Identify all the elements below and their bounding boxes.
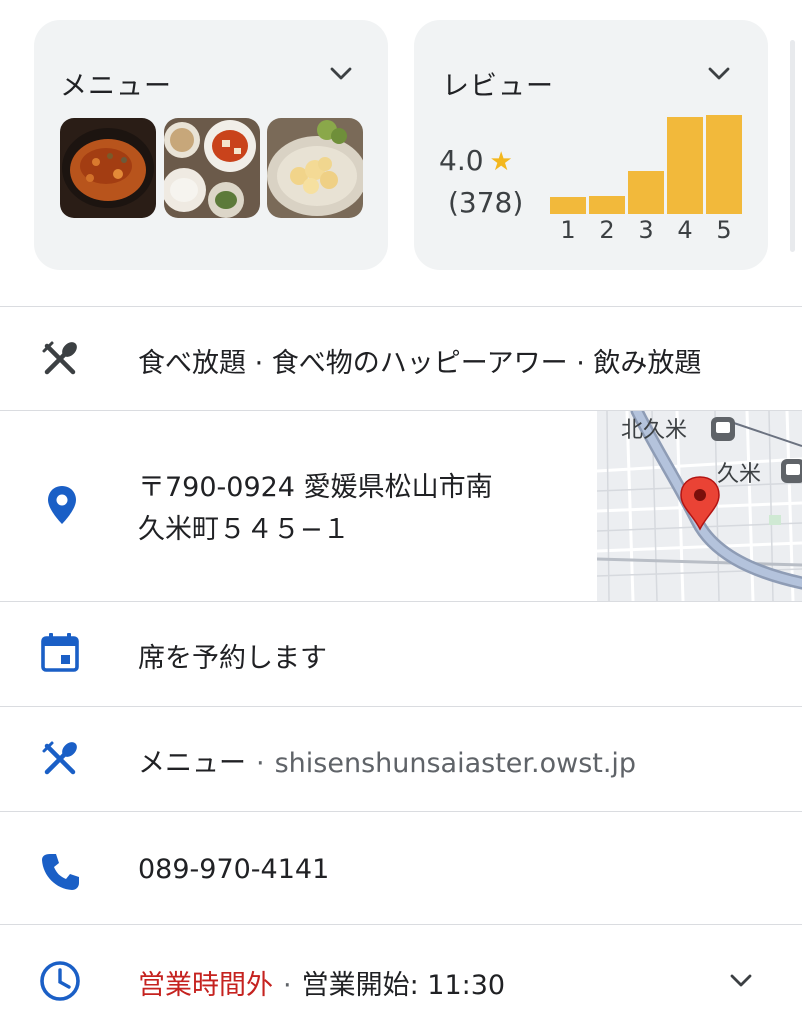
menu-card[interactable]: メニュー: [34, 20, 388, 270]
review-count: (378): [448, 186, 524, 219]
calendar-icon: [41, 633, 79, 672]
map-thumbnail[interactable]: 北久米 久米: [597, 411, 802, 601]
rating-bar-3: [628, 171, 664, 214]
menu-photo-mapo-tofu[interactable]: [60, 118, 156, 218]
opening-time: 営業開始: 11:30: [301, 970, 506, 1001]
clock-icon: [40, 961, 80, 1001]
menu-link-label: メニュー: [138, 748, 246, 779]
next-card-edge: [790, 40, 795, 252]
rating-bar-label: 4: [677, 216, 693, 244]
star-icon: ★: [489, 147, 513, 177]
chevron-down-icon[interactable]: [704, 58, 734, 88]
rating-value: 4.0 ★: [439, 144, 513, 177]
reserve-row[interactable]: 席を予約します: [0, 601, 802, 706]
amenities-text: 食べ放題 · 食べ物のハッピーアワー · 飲み放題: [138, 348, 702, 379]
amenities-row[interactable]: 食べ放題 · 食べ物のハッピーアワー · 飲み放題: [0, 306, 802, 411]
rating-bar-1: [550, 197, 586, 214]
chevron-down-icon[interactable]: [326, 58, 356, 88]
rating-bar-label: 1: [560, 216, 576, 244]
address-line-1: 〒790-0924 愛媛県松山市南: [138, 472, 493, 503]
rating-bar-label: 5: [716, 216, 732, 244]
map-label-kume: 久米: [717, 462, 761, 487]
restaurant-icon: [42, 341, 77, 375]
phone-row[interactable]: 089-970-4141: [0, 811, 802, 924]
rating-number: 4.0: [439, 144, 484, 177]
phone-number: 089-970-4141: [138, 854, 330, 885]
phone-icon: [42, 854, 79, 890]
menu-link-text: メニュー · shisenshunsaiaster.owst.jp: [138, 741, 636, 780]
rating-bar-4: [667, 117, 703, 214]
location-pin-icon: [48, 486, 76, 524]
address-line-2: 久米町５４５−１: [138, 514, 350, 545]
menu-link-row[interactable]: メニュー · shisenshunsaiaster.owst.jp: [0, 706, 802, 811]
rating-bar-5: [706, 115, 742, 214]
map-label-kitakume: 北久米: [621, 418, 687, 443]
reserve-text: 席を予約します: [138, 643, 327, 674]
menu-url[interactable]: shisenshunsaiaster.owst.jp: [275, 748, 636, 779]
address-text: 〒790-0924 愛媛県松山市南 久米町５４５−１: [138, 467, 493, 551]
chevron-down-icon[interactable]: [726, 965, 756, 995]
restaurant-icon: [42, 741, 77, 775]
menu-photo-fried-chicken[interactable]: [267, 118, 363, 218]
closed-status: 営業時間外: [138, 970, 273, 1001]
address-row[interactable]: 〒790-0924 愛媛県松山市南 久米町５４５−１ 北久米 久米: [0, 410, 802, 601]
rating-bar-label: 2: [599, 216, 615, 244]
review-card[interactable]: レビュー 4.0 ★ (378) 12345: [414, 20, 768, 270]
rating-bar-label: 3: [638, 216, 654, 244]
hours-row[interactable]: 営業時間外 · 営業開始: 11:30: [0, 924, 802, 1025]
review-card-title: レビュー: [442, 71, 554, 102]
menu-photo-set-meal[interactable]: [164, 118, 260, 218]
separator: ·: [283, 970, 292, 1001]
menu-card-title: メニュー: [60, 71, 172, 102]
rating-bar-2: [589, 196, 625, 214]
separator: ·: [256, 748, 265, 779]
hours-text: 営業時間外 · 営業開始: 11:30: [138, 963, 505, 1002]
